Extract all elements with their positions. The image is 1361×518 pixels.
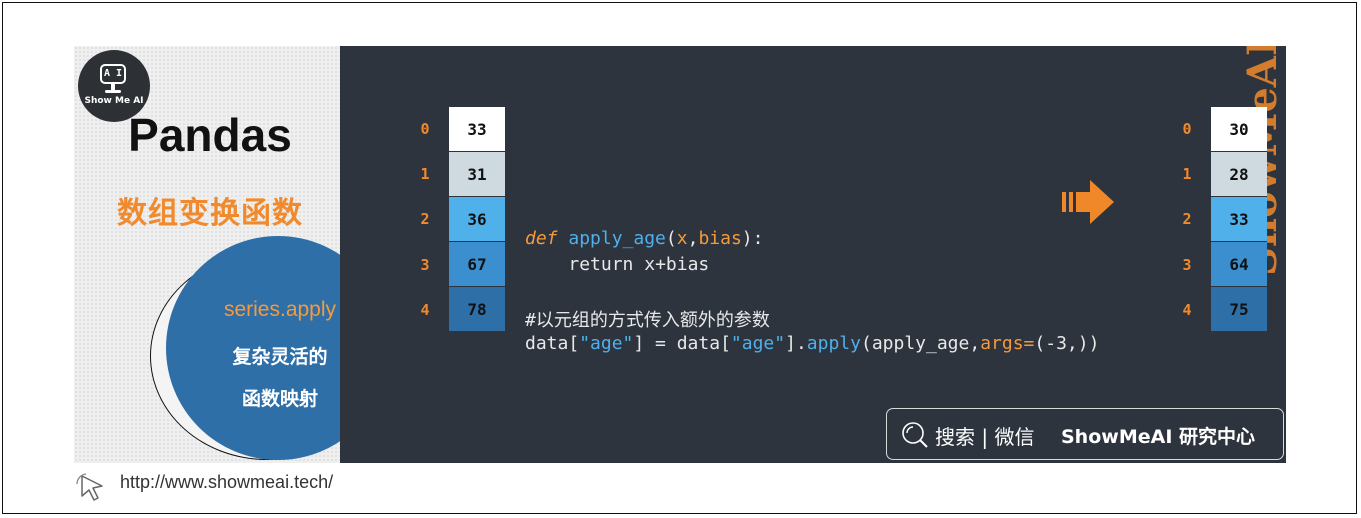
code-line-return: return x+bias <box>568 254 710 275</box>
search-brand: ShowMeAI 研究中心 <box>1061 426 1255 448</box>
output-index: 3 <box>1182 256 1192 274</box>
input-cell: 78 <box>449 287 505 332</box>
input-index: 3 <box>420 256 430 274</box>
search-label: 搜索 | 微信 <box>935 425 1035 449</box>
website-link[interactable]: http://www.showmeai.tech/ <box>120 472 333 493</box>
robot-icon: A I <box>100 64 126 84</box>
input-index: 1 <box>420 165 430 183</box>
page-subtitle: 数组变换函数 <box>117 196 303 231</box>
output-cell: 30 <box>1211 107 1267 152</box>
output-index: 4 <box>1182 301 1192 319</box>
input-index: 4 <box>420 301 430 319</box>
output-cell: 28 <box>1211 152 1267 197</box>
code-line-def: def apply_age(x,bias): <box>525 228 764 249</box>
robot-base <box>105 90 121 93</box>
input-index: 2 <box>420 210 430 228</box>
input-cell: 67 <box>449 242 505 287</box>
code-comment: #以元组的方式传入额外的参数 <box>525 310 770 331</box>
output-cell: 75 <box>1211 287 1267 332</box>
input-cell: 36 <box>449 197 505 242</box>
search-icon <box>902 422 928 448</box>
output-index: 2 <box>1182 210 1192 228</box>
input-cell: 33 <box>449 107 505 152</box>
output-index: 0 <box>1182 120 1192 138</box>
output-cell: 33 <box>1211 197 1267 242</box>
input-index: 0 <box>420 120 430 138</box>
input-cell: 31 <box>449 152 505 197</box>
logo-text: Show Me AI <box>84 96 144 106</box>
output-cell: 64 <box>1211 242 1267 287</box>
code-line-apply: data["age"] = data["age"].apply(apply_ag… <box>525 333 1100 354</box>
cursor-icon <box>76 473 103 501</box>
wechat-search-box[interactable]: 搜索 | 微信 ShowMeAI 研究中心 <box>886 408 1284 460</box>
output-index: 1 <box>1182 165 1192 183</box>
page-title: Pandas <box>128 109 292 161</box>
arrow-right-icon <box>1062 180 1114 224</box>
